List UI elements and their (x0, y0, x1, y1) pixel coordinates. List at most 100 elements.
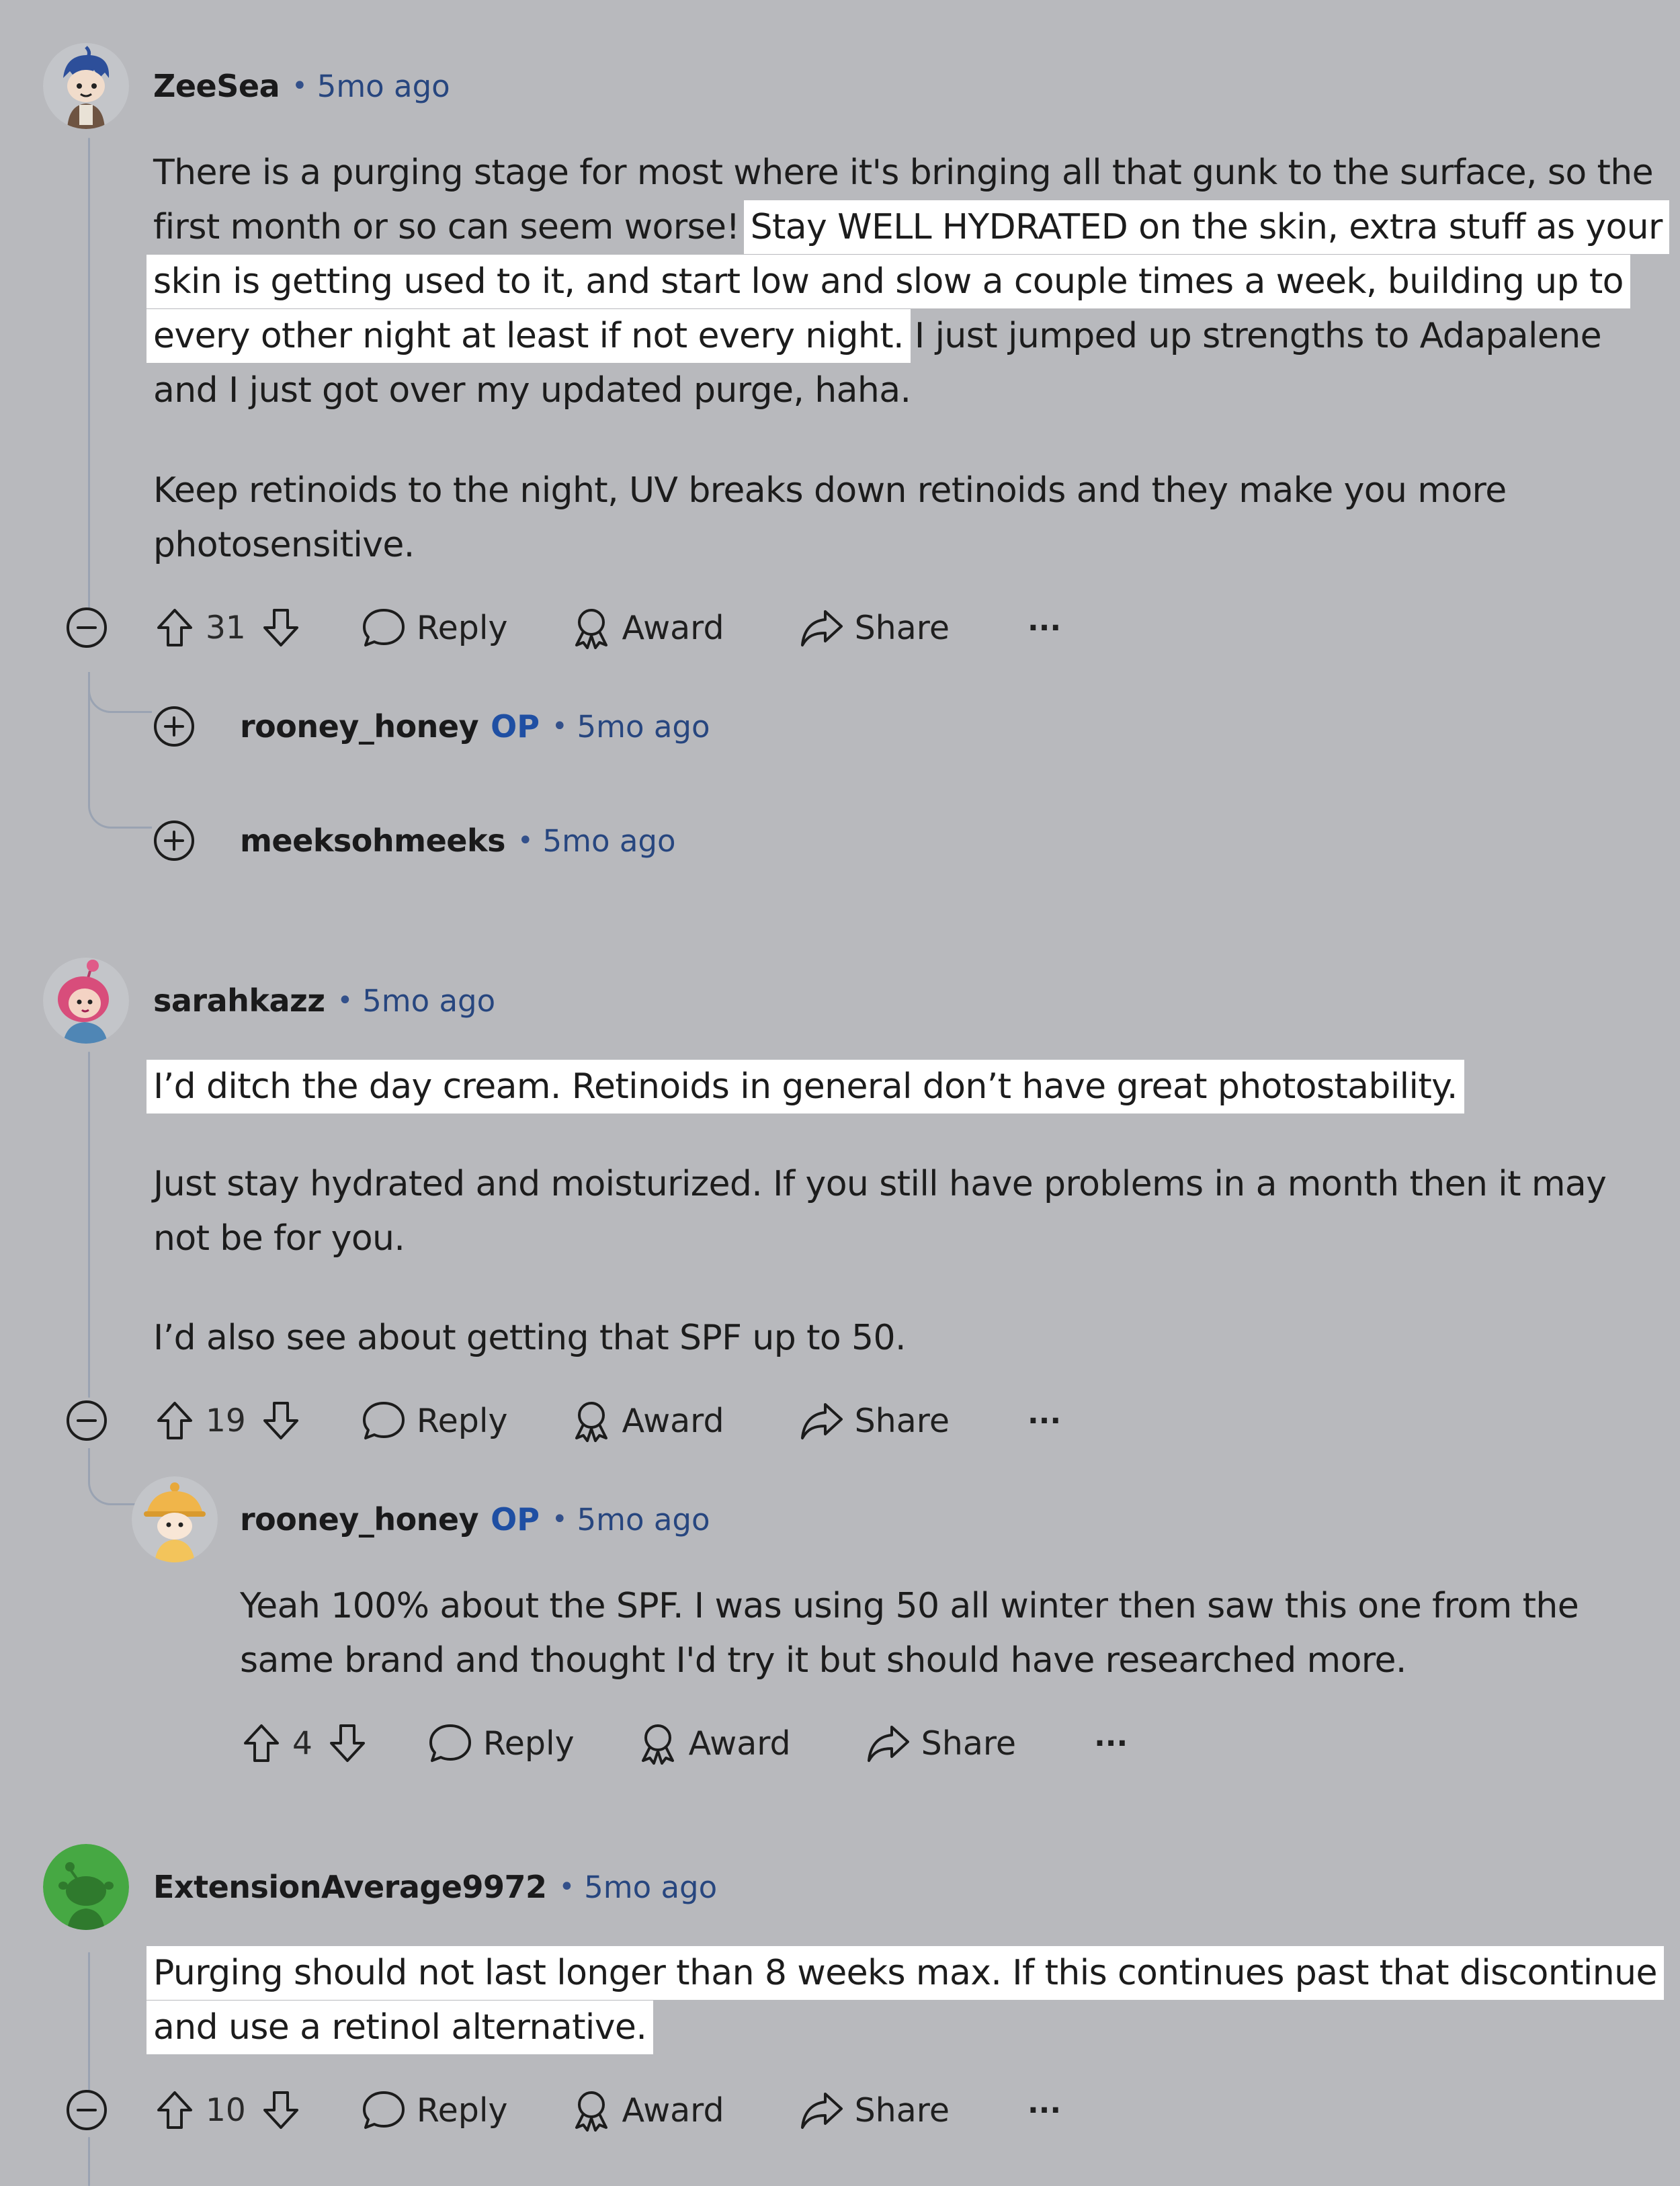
highlighted-text: Purging should not last longer than 8 we… (153, 1953, 1657, 1993)
comment-header: sarahkazz • 5mo ago (153, 974, 495, 1027)
share-button[interactable]: Share (800, 1399, 950, 1442)
speech-bubble-icon (362, 609, 405, 646)
comment-action-bar: 10 Reply Award Share ··· (153, 2083, 1061, 2137)
more-options-button[interactable]: ··· (1094, 1726, 1128, 1761)
reply-button[interactable]: Reply (362, 2089, 508, 2132)
separator-dot: • (517, 825, 534, 856)
comment-line: and I just got over my updated purge, ha… (153, 370, 911, 411)
downvote-arrow-icon[interactable] (259, 606, 302, 649)
comment-header: ZeeSea • 5mo ago (153, 59, 450, 113)
collapsed-reply-header: meeksohmeeks • 5mo ago (240, 814, 676, 868)
comment-action-bar: 31 Reply Award Share ··· (153, 601, 1061, 655)
vote-count: 10 (206, 2091, 246, 2129)
comment-line: first month or so can seem worse! Stay W… (153, 207, 1663, 247)
comment-line: every other night at least if not every … (153, 316, 1602, 356)
highlighted-text: skin is getting used to it, and start lo… (153, 261, 1624, 302)
comment-line: same brand and thought I'd try it but sh… (240, 1640, 1406, 1681)
share-button[interactable]: Share (866, 1722, 1016, 1765)
thread-line (88, 2137, 90, 2186)
timestamp[interactable]: 5mo ago (362, 983, 495, 1019)
share-button[interactable]: Share (800, 606, 950, 649)
comment-action-bar: 4 Reply Award Share ··· (240, 1716, 1128, 1770)
comment-body: Purging should not last longer than 8 we… (153, 1946, 1657, 2055)
comment-line: I’d also see about getting that SPF up t… (153, 1318, 907, 1358)
reply-button[interactable]: Reply (362, 606, 508, 649)
comment-line: not be for you. (153, 1218, 405, 1259)
highlighted-text: Stay WELL HYDRATED on the skin, extra st… (750, 207, 1663, 247)
upvote-arrow-icon[interactable] (153, 606, 196, 649)
downvote-arrow-icon[interactable] (326, 1722, 369, 1765)
downvote-arrow-icon[interactable] (259, 2089, 302, 2132)
thread-line (88, 1952, 90, 2097)
comment-body: There is a purging stage for most where … (153, 146, 1663, 418)
reply-button[interactable]: Reply (428, 1722, 575, 1765)
award-button[interactable]: Award (571, 606, 724, 649)
separator-dot: • (337, 985, 353, 1016)
reply-label: Reply (416, 608, 508, 647)
avatar[interactable] (43, 958, 129, 1044)
separator-dot: • (551, 711, 568, 742)
award-label: Award (622, 608, 724, 647)
avatar[interactable] (43, 43, 129, 129)
username[interactable]: rooney_honey (240, 1501, 479, 1538)
reply-label: Reply (482, 1724, 575, 1763)
speech-bubble-icon (429, 1724, 471, 1762)
username[interactable]: ZeeSea (153, 68, 280, 104)
plus-circle-icon[interactable] (153, 819, 196, 862)
upvote-arrow-icon[interactable] (153, 1399, 196, 1442)
share-label: Share (854, 2091, 950, 2130)
award-button[interactable]: Award (571, 2089, 724, 2132)
comment-action-bar: 19 Reply Award Share ··· (153, 1394, 1061, 1447)
comment-line: Just stay hydrated and moisturized. If y… (153, 1164, 1607, 1204)
award-button[interactable]: Award (638, 1722, 791, 1765)
vote-count: 4 (292, 1724, 312, 1762)
reply-button[interactable]: Reply (362, 1399, 508, 1442)
share-arrow-icon (800, 1403, 843, 1439)
vote-count: 19 (206, 1402, 246, 1439)
thread-elbow (88, 672, 152, 829)
more-options-button[interactable]: ··· (1027, 611, 1061, 645)
award-ribbon-icon (641, 1724, 674, 1765)
share-button[interactable]: Share (800, 2089, 950, 2132)
share-arrow-icon (867, 1726, 909, 1762)
avatar[interactable] (132, 1476, 218, 1562)
comment-body: Keep retinoids to the night, UV breaks d… (153, 464, 1507, 573)
minus-circle-icon[interactable] (65, 606, 108, 649)
timestamp[interactable]: 5mo ago (543, 823, 676, 859)
minus-circle-icon[interactable] (65, 2089, 108, 2132)
plus-circle-icon[interactable] (153, 705, 196, 748)
upvote-arrow-icon[interactable] (153, 2089, 196, 2132)
thread-line (88, 138, 90, 608)
minus-circle-icon[interactable] (65, 1399, 108, 1442)
more-options-button[interactable]: ··· (1027, 2093, 1061, 2128)
more-options-button[interactable]: ··· (1027, 1404, 1061, 1438)
avatar[interactable] (43, 1844, 129, 1930)
speech-bubble-icon (362, 1402, 405, 1439)
award-label: Award (622, 2091, 724, 2130)
timestamp[interactable]: 5mo ago (577, 1502, 710, 1538)
award-button[interactable]: Award (571, 1399, 724, 1442)
separator-dot: • (292, 71, 308, 101)
timestamp[interactable]: 5mo ago (317, 69, 450, 104)
comment-body: Yeah 100% about the SPF. I was using 50 … (240, 1579, 1579, 1688)
username[interactable]: ExtensionAverage9972 (153, 1869, 547, 1905)
highlighted-text: every other night at least if not every … (153, 316, 905, 356)
username[interactable]: rooney_honey (240, 708, 479, 745)
username[interactable]: sarahkazz (153, 982, 325, 1019)
downvote-arrow-icon[interactable] (259, 1399, 302, 1442)
username[interactable]: meeksohmeeks (240, 823, 505, 859)
timestamp[interactable]: 5mo ago (577, 709, 710, 745)
timestamp[interactable]: 5mo ago (584, 1869, 717, 1905)
comment-header: ExtensionAverage9972 • 5mo ago (153, 1860, 717, 1914)
award-ribbon-icon (575, 1402, 607, 1442)
collapsed-reply-header: rooney_honey OP • 5mo ago (240, 700, 710, 753)
comment-line: Yeah 100% about the SPF. I was using 50 … (240, 1586, 1579, 1626)
comment-line: skin is getting used to it, and start lo… (153, 255, 1663, 309)
award-label: Award (688, 1724, 791, 1763)
upvote-arrow-icon[interactable] (240, 1722, 283, 1765)
highlighted-text: and use a retinol alternative. (153, 2007, 647, 2048)
comment-line: Purging should not last longer than 8 we… (153, 1946, 1657, 2001)
comment-line: and use a retinol alternative. (153, 2001, 1657, 2055)
vote-count: 31 (206, 609, 246, 646)
op-badge: OP (491, 708, 540, 745)
